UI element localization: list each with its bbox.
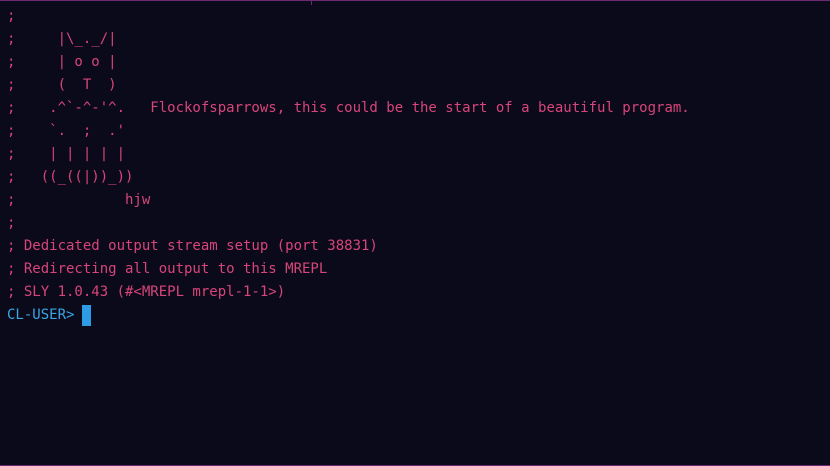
banner-line: ; [7,8,16,24]
banner-line: ; ((_((|))_)) [7,169,134,185]
banner-line: ; | | | | | [7,146,126,162]
text-cursor[interactable] [82,305,92,326]
redirect-message: ; Redirecting all output to this MREPL [7,261,328,277]
sly-mrepl-window: ; ; |\_._/| ; | o o | ; ( T ) ; .^`-^-'^… [0,0,830,466]
banner-line: ; .^`-^-'^. Flockofsparrows, this could … [7,100,690,116]
banner-line: ; hjw [7,192,151,208]
banner-line: ; `. ; .' [7,123,126,139]
banner-line: ; [7,215,16,231]
repl-input-line[interactable]: CL-USER> [7,304,830,327]
banner-line: ; | o o | [7,54,117,70]
sly-version-message: ; SLY 1.0.43 (#<MREPL mrepl-1-1>) [7,284,286,300]
banner-line: ; ( T ) [7,77,117,93]
repl-prompt: CL-USER> [7,307,75,323]
banner-line: ; |\_._/| [7,31,117,47]
output-stream-message: ; Dedicated output stream setup (port 38… [7,238,378,254]
repl-buffer[interactable]: ; ; |\_._/| ; | o o | ; ( T ) ; .^`-^-'^… [7,5,830,327]
